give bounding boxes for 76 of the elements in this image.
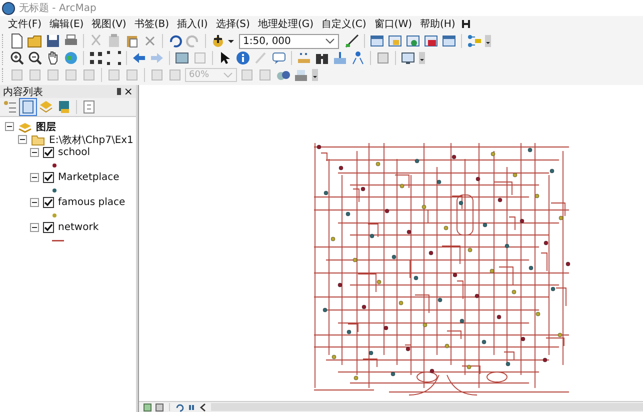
menu-item[interactable]: 帮助(H): [418, 17, 462, 31]
collapse-icon[interactable]: [30, 223, 39, 232]
info-icon[interactable]: [235, 50, 251, 66]
window-icon[interactable]: [441, 33, 457, 49]
collapse-icon[interactable]: [18, 135, 27, 144]
close-button[interactable]: ×: [124, 86, 133, 97]
layer-group-label[interactable]: 图层: [36, 120, 56, 134]
menu-item[interactable]: 插入(I): [175, 17, 214, 31]
menu-item[interactable]: 窗口(W): [372, 17, 418, 31]
chevron-left-icon[interactable]: [199, 402, 208, 412]
collapse-icon[interactable]: [30, 148, 39, 157]
layer-checkbox[interactable]: [43, 147, 54, 158]
check-icon: [44, 198, 53, 207]
data-source-label[interactable]: E:\教材\Chp7\Ex1: [49, 132, 134, 146]
menu-item[interactable]: 地理处理(G): [256, 17, 320, 31]
back-arrow-icon[interactable]: [131, 50, 147, 66]
collapse-icon[interactable]: [5, 122, 14, 131]
speech-icon[interactable]: [271, 50, 287, 66]
map-view[interactable]: [139, 85, 643, 401]
layer-checkbox[interactable]: [43, 197, 54, 208]
data-view-icon[interactable]: [143, 402, 152, 412]
layer-checkbox[interactable]: [43, 222, 54, 233]
pause-icon[interactable]: [187, 402, 196, 412]
collapse-icon[interactable]: [30, 173, 39, 182]
collapse-icon[interactable]: [30, 198, 39, 207]
check-icon: [44, 148, 53, 157]
add-data-icon[interactable]: [210, 33, 226, 49]
horizontal-scrollbar[interactable]: [211, 403, 643, 411]
globe-icon: [2, 2, 15, 14]
layer-checkbox[interactable]: [43, 172, 54, 183]
selection-list-icon[interactable]: [56, 99, 72, 115]
chevron-down-icon: [223, 71, 233, 79]
undo-icon[interactable]: [167, 33, 183, 49]
catalog-icon[interactable]: [387, 33, 403, 49]
fixed-zoom-out-icon[interactable]: [106, 50, 122, 66]
dark-square-icon[interactable]: [375, 50, 391, 66]
folder-icon: [31, 134, 45, 146]
monitor-icon[interactable]: [400, 50, 416, 66]
drive-icon[interactable]: [293, 67, 309, 83]
layers-icon: [18, 120, 32, 132]
ruler-icon[interactable]: [344, 33, 360, 49]
save-icon[interactable]: [45, 33, 61, 49]
zoom-out-icon[interactable]: [27, 50, 43, 66]
menu-item[interactable]: 视图(V): [90, 17, 132, 31]
menu-item[interactable]: 书签(B): [132, 17, 176, 31]
layers-list-icon[interactable]: [2, 99, 18, 115]
window-title: 无标题 - ArcMap: [19, 2, 96, 15]
clipboard-icon[interactable]: [106, 33, 122, 49]
layer-name[interactable]: famous place: [58, 197, 126, 208]
refresh-icon[interactable]: [175, 402, 184, 412]
toolbox-window-icon[interactable]: [423, 33, 439, 49]
menu-item[interactable]: 编辑(E): [48, 17, 90, 31]
layout-view-icon[interactable]: [155, 402, 164, 412]
menu-item[interactable]: 文件(F): [6, 17, 48, 31]
fixed-zoom-in-icon[interactable]: [88, 50, 104, 66]
menu-item[interactable]: 选择(S): [214, 17, 256, 31]
options-icon[interactable]: [81, 99, 97, 115]
layer-name[interactable]: school: [58, 147, 90, 158]
menu-item[interactable]: 自定义(C): [320, 17, 372, 31]
chevron-down-icon[interactable]: [325, 37, 335, 45]
model-icon[interactable]: [466, 33, 482, 49]
zoom-in-icon[interactable]: [9, 50, 25, 66]
visibility-list-icon[interactable]: [38, 99, 54, 115]
check-icon: [44, 173, 53, 182]
check-icon: [44, 223, 53, 232]
paste-icon[interactable]: [124, 33, 140, 49]
scale-dropdown[interactable]: 1:50, 000: [239, 34, 339, 48]
window-icon[interactable]: [369, 33, 385, 49]
layer-select-icon[interactable]: [174, 50, 190, 66]
layer-name[interactable]: network: [58, 222, 99, 233]
panel-title: 内容列表: [3, 86, 44, 98]
grip-icon[interactable]: [461, 18, 472, 30]
pin-icon[interactable]: [116, 88, 121, 95]
layer-name[interactable]: Marketplace: [58, 172, 120, 183]
toolbox-icon[interactable]: [405, 33, 421, 49]
source-list-icon[interactable]: [20, 99, 36, 115]
